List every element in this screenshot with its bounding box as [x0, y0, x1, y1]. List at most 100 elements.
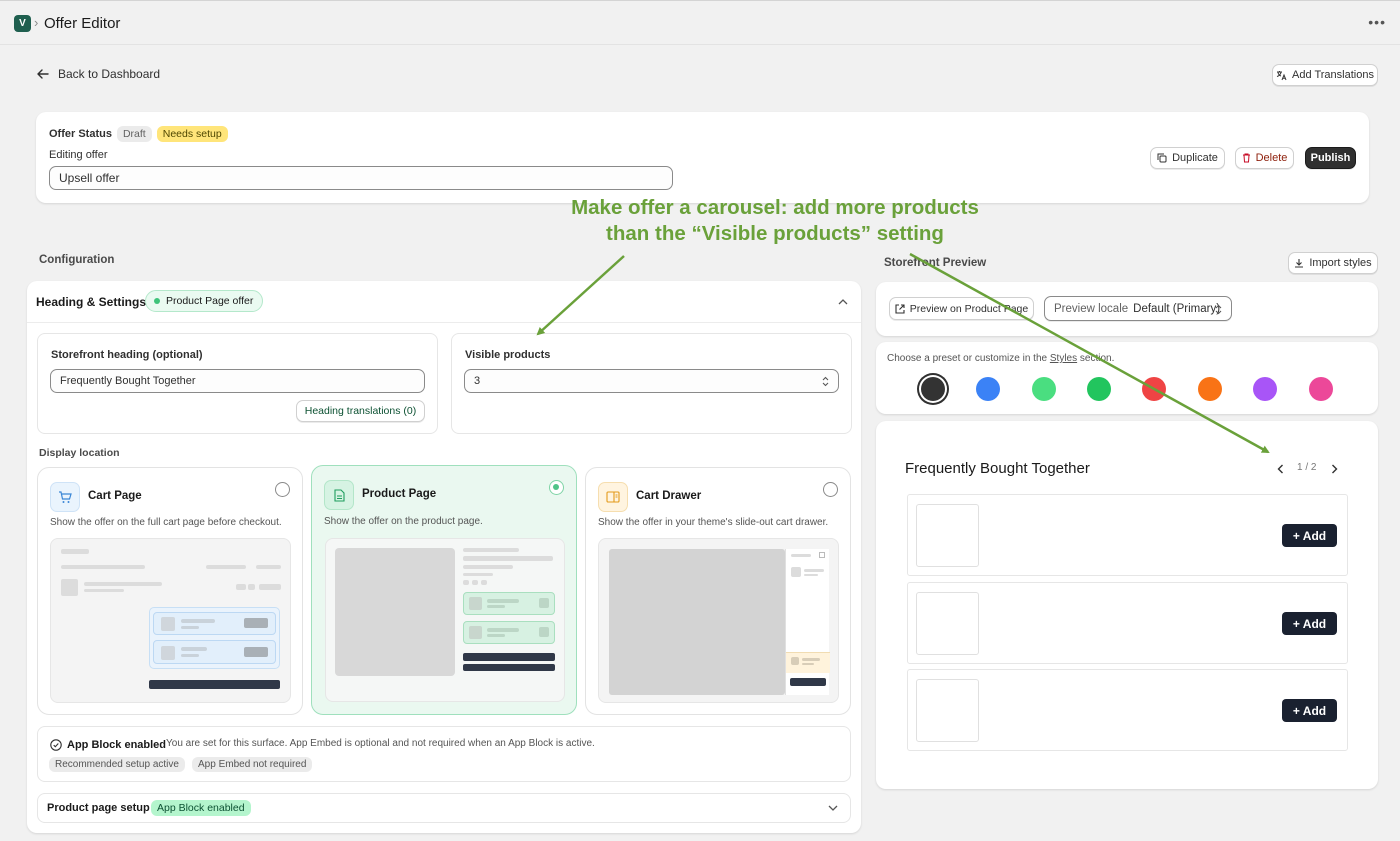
chevron-down-icon	[828, 805, 838, 811]
add-product-button[interactable]: + Add	[1282, 524, 1337, 547]
color-swatch[interactable]	[1309, 377, 1333, 401]
cart-page-radio[interactable]	[275, 482, 290, 497]
ellipsis-icon[interactable]: •••	[1368, 14, 1386, 30]
app-embed-tag: App Embed not required	[192, 757, 313, 772]
product-page-illustration	[325, 538, 565, 702]
preview-button-label: Preview on Product Page	[909, 302, 1029, 315]
widget-product-row: + Add	[907, 582, 1348, 664]
storefront-preview-label: Storefront Preview	[884, 257, 987, 269]
top-bar: V › Offer Editor •••	[0, 0, 1400, 45]
product-page-offer-label: Product Page offer	[166, 295, 254, 307]
color-swatch[interactable]	[921, 377, 945, 401]
preview-locale-label: Preview locale	[1054, 302, 1129, 315]
location-option-cart-drawer[interactable]: Cart Drawer Show the offer in your theme…	[585, 467, 851, 715]
needs-setup-badge: Needs setup	[156, 126, 228, 142]
app-block-enabled-badge: App Block enabled	[151, 800, 251, 816]
heading-settings-card: Heading & Settings Product Page offer St…	[27, 281, 861, 833]
carousel-prev-icon[interactable]	[1277, 464, 1284, 474]
styles-link[interactable]: Styles	[1050, 353, 1077, 364]
location-option-cart-page[interactable]: Cart Page Show the offer on the full car…	[37, 467, 303, 715]
preset-card: Choose a preset or customize in the Styl…	[876, 342, 1378, 414]
heading-translations-button[interactable]: Heading translations (0)	[296, 400, 425, 422]
editing-offer-label: Editing offer	[49, 149, 108, 161]
add-product-button[interactable]: + Add	[1282, 699, 1337, 722]
preview-locale-select[interactable]: Preview locale Default (Primary)	[1044, 296, 1232, 321]
color-swatch[interactable]	[1142, 377, 1166, 401]
widget-product-row: + Add	[907, 669, 1348, 751]
add-translations-button[interactable]: Add Translations	[1272, 64, 1378, 86]
page-title: Offer Editor	[44, 15, 121, 32]
duplicate-button[interactable]: Duplicate	[1150, 147, 1225, 169]
delete-label: Delete	[1255, 152, 1288, 164]
carousel-annotation: Make offer a carousel: add more products…	[520, 195, 1030, 247]
visible-products-panel: Visible products 3	[451, 333, 852, 434]
carousel-next-icon[interactable]	[1331, 464, 1338, 474]
color-swatch[interactable]	[1253, 377, 1277, 401]
download-icon	[1295, 259, 1304, 268]
product-thumbnail	[916, 504, 979, 567]
duplicate-label: Duplicate	[1172, 152, 1218, 164]
product-page-setup-row[interactable]: Product page setup App Block enabled	[37, 793, 851, 823]
arrow-left-icon	[37, 69, 49, 79]
offer-slot-mock	[149, 607, 280, 669]
visible-products-select[interactable]: 3	[464, 369, 839, 393]
product-page-offer-badge: Product Page offer	[145, 290, 264, 312]
external-link-icon	[895, 303, 905, 314]
cart-page-description: Show the offer on the full cart page bef…	[50, 517, 282, 528]
back-to-dashboard-link[interactable]: Back to Dashboard	[37, 67, 160, 81]
cart-page-title: Cart Page	[88, 490, 142, 502]
document-icon	[324, 480, 354, 510]
storefront-heading-input[interactable]: Frequently Bought Together	[50, 369, 425, 393]
back-link-label: Back to Dashboard	[58, 67, 161, 81]
product-thumbnail	[916, 592, 979, 655]
delete-button[interactable]: Delete	[1235, 147, 1294, 169]
select-arrows-icon	[1215, 304, 1222, 315]
app-block-panel: App Block enabled You are set for this s…	[37, 726, 851, 782]
location-option-product-page[interactable]: Product Page Show the offer on the produ…	[311, 465, 577, 715]
cart-drawer-radio[interactable]	[823, 482, 838, 497]
storefront-heading-label: Storefront heading (optional)	[51, 349, 203, 361]
offer-status-label: Offer Status	[49, 128, 112, 140]
translate-icon	[1276, 70, 1287, 80]
display-location-label: Display location	[39, 447, 120, 459]
status-dot-icon	[154, 298, 160, 304]
chevron-up-icon[interactable]	[838, 298, 848, 305]
cart-page-illustration	[50, 538, 291, 703]
duplicate-icon	[1157, 153, 1167, 163]
recommended-setup-tag: Recommended setup active	[49, 757, 185, 772]
app-logo-icon[interactable]: V	[14, 15, 31, 32]
heading-settings-header[interactable]: Heading & Settings Product Page offer	[27, 281, 861, 323]
select-arrows-icon	[822, 376, 829, 387]
annotation-line-1: Make offer a carousel: add more products	[571, 196, 979, 219]
add-product-button[interactable]: + Add	[1282, 612, 1337, 635]
product-page-radio[interactable]	[549, 480, 564, 495]
import-styles-label: Import styles	[1309, 257, 1372, 269]
draft-badge: Draft	[116, 126, 152, 142]
color-swatch[interactable]	[1198, 377, 1222, 401]
preview-controls-card: Preview on Product Page Preview locale D…	[876, 282, 1378, 336]
add-translations-label: Add Translations	[1292, 69, 1374, 81]
product-page-title: Product Page	[362, 488, 437, 500]
preview-locale-value: Default (Primary)	[1133, 302, 1221, 315]
publish-button[interactable]: Publish	[1305, 147, 1356, 169]
app-block-description: You are set for this surface. App Embed …	[166, 738, 595, 749]
preset-text-before: Choose a preset or customize in the	[887, 353, 1048, 364]
cart-drawer-title: Cart Drawer	[636, 490, 702, 502]
breadcrumb-separator: ›	[34, 15, 39, 30]
carousel-pager: 1 / 2	[1297, 462, 1317, 473]
app-block-title: App Block enabled	[67, 739, 167, 751]
offer-name-input[interactable]: Upsell offer	[49, 166, 673, 190]
storefront-heading-panel: Storefront heading (optional) Frequently…	[37, 333, 438, 434]
drawer-icon	[598, 482, 628, 512]
configuration-label: Configuration	[39, 254, 115, 266]
product-page-setup-title: Product page setup	[47, 802, 150, 814]
preset-text-after: section.	[1079, 353, 1115, 364]
preview-on-product-page-button[interactable]: Preview on Product Page	[889, 297, 1034, 320]
color-swatch[interactable]	[976, 377, 1000, 401]
visible-products-label: Visible products	[465, 349, 551, 361]
import-styles-button[interactable]: Import styles	[1288, 252, 1378, 274]
color-swatch[interactable]	[1032, 377, 1056, 401]
widget-title: Frequently Bought Together	[905, 460, 1090, 477]
color-swatch[interactable]	[1087, 377, 1111, 401]
annotation-line-2: than the “Visible products” setting	[606, 222, 944, 245]
